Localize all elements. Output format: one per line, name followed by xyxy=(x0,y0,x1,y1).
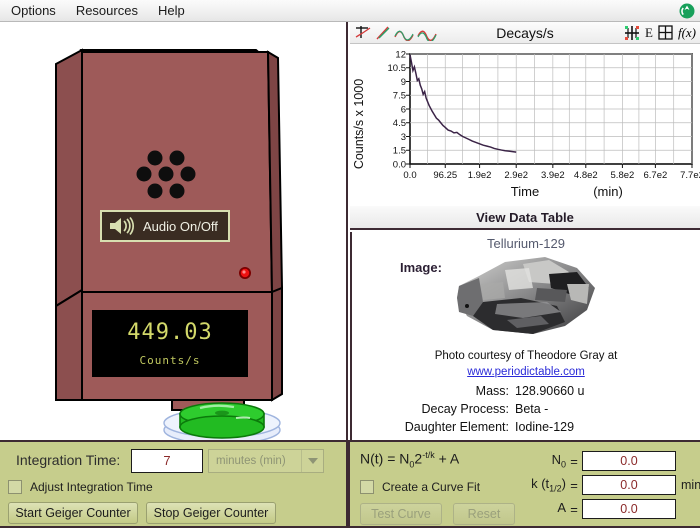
adjust-integration-time-row[interactable]: Adjust Integration Time xyxy=(8,480,153,494)
wave-fit-icon[interactable] xyxy=(417,25,437,41)
curve-fit-icon[interactable] xyxy=(394,25,414,41)
info-key-decay-process: Decay Process: xyxy=(421,402,509,416)
chart-panel: Decays/s E f(x) Counts/s x 1000 0.0 1.5 … xyxy=(350,22,700,206)
right-panel: Decays/s E f(x) Counts/s x 1000 0.0 1.5 … xyxy=(350,22,700,440)
function-fx-icon[interactable]: f(x) xyxy=(678,25,696,41)
stop-geiger-counter-button[interactable]: Stop Geiger Counter xyxy=(146,502,276,524)
menu-item-options[interactable]: Options xyxy=(2,1,65,21)
audio-on-off-button[interactable]: Audio On/Off xyxy=(100,210,230,242)
param-name-k: k (t1/2) xyxy=(531,476,566,494)
geiger-counter-panel: Audio On/Off 449.03 Counts/s xyxy=(0,22,348,440)
x-tick-label: 4.8e2 xyxy=(574,170,598,181)
integration-time-unit-value: minutes (min) xyxy=(216,455,286,467)
info-value-daughter-element: Iodine-129 xyxy=(515,420,575,434)
x-axis-unit: (min) xyxy=(593,184,623,199)
power-led-indicator xyxy=(239,267,251,279)
param-input-n0[interactable]: 0.0 xyxy=(582,451,676,471)
param-input-a[interactable]: 0.0 xyxy=(582,499,676,519)
param-equals-n0: = xyxy=(570,453,578,469)
image-label: Image: xyxy=(400,260,442,275)
info-value-decay-process: Beta - xyxy=(515,402,549,416)
adjust-integration-time-checkbox[interactable] xyxy=(8,480,22,494)
test-curve-button[interactable]: Test Curve xyxy=(360,503,442,525)
integration-time-label: Integration Time: xyxy=(16,452,121,468)
x-tick-label: 5.8e2 xyxy=(611,170,635,181)
grid-icon[interactable] xyxy=(658,25,673,40)
create-curve-fit-row[interactable]: Create a Curve Fit xyxy=(360,480,480,494)
info-key-mass: Mass: xyxy=(475,384,509,398)
param-row-k: k (t1/2) = 0.0 min xyxy=(508,475,700,495)
y-tick-label: 7.5 xyxy=(393,91,406,102)
y-tick-label: 4.5 xyxy=(393,118,406,129)
fit-tool-icon[interactable] xyxy=(354,25,372,41)
y-tick-label: 9 xyxy=(401,77,406,88)
integration-time-panel: Integration Time: 7 minutes (min) Adjust… xyxy=(0,440,348,528)
line-fit-icon[interactable] xyxy=(375,25,391,41)
chart-toolbar: Decays/s E f(x) xyxy=(350,22,700,44)
view-data-table-button[interactable]: View Data Table xyxy=(350,206,700,230)
integration-time-input[interactable]: 7 xyxy=(131,449,203,473)
x-tick-label: 7.7e2 xyxy=(680,170,700,181)
curve-fit-formula: N(t) = N02-t/k + A xyxy=(360,450,459,469)
info-key-daughter-element: Daughter Element: xyxy=(404,420,509,434)
counts-display: 449.03 Counts/s xyxy=(92,310,248,377)
param-equals-k: = xyxy=(570,477,578,493)
speaker-icon xyxy=(110,216,134,236)
counts-value: 449.03 xyxy=(127,320,213,345)
menu-item-resources[interactable]: Resources xyxy=(67,1,147,21)
info-value-mass: 128.90660 u xyxy=(515,384,585,398)
x-tick-label: 6.7e2 xyxy=(643,170,667,181)
curve-fit-panel: N(t) = N02-t/k + A Create a Curve Fit Te… xyxy=(348,440,700,528)
photo-credit-link[interactable]: www.periodictable.com xyxy=(352,366,700,378)
isotope-name: Tellurium-129 xyxy=(486,236,566,251)
y-tick-label: 12 xyxy=(395,49,406,60)
x-tick-label: 3.9e2 xyxy=(541,170,565,181)
param-row-a: A = 0.0 xyxy=(508,499,681,519)
y-tick-label: 3 xyxy=(401,132,406,143)
isotope-sample-photo xyxy=(457,257,595,334)
menu-bar: Options Resources Help xyxy=(0,0,700,22)
param-unit-k: min xyxy=(681,478,700,492)
create-curve-fit-checkbox[interactable] xyxy=(360,480,374,494)
x-tick-label: 96.25 xyxy=(433,170,457,181)
adjust-integration-time-label: Adjust Integration Time xyxy=(30,480,153,494)
chevron-down-icon xyxy=(301,450,323,472)
decay-plot: Counts/s x 1000 0.0 1.5 3 4.5 6 7.5 9 10.5 12 0.… xyxy=(352,49,700,199)
param-input-k[interactable]: 0.0 xyxy=(582,475,676,495)
start-geiger-counter-button[interactable]: Start Geiger Counter xyxy=(8,502,138,524)
reset-button[interactable]: Reset xyxy=(453,503,515,525)
isotope-info-panel: Tellurium-129 Image: Photo courtesy of T… xyxy=(350,232,700,440)
formula-sup: -t/k xyxy=(422,450,435,460)
integration-time-unit-select[interactable]: minutes (min) xyxy=(208,449,324,473)
x-tick-label: 0.0 xyxy=(403,170,416,181)
param-name-n0: N0 xyxy=(551,452,566,470)
y-tick-label: 0.0 xyxy=(393,159,406,170)
param-row-n0: N0 = 0.0 xyxy=(508,451,681,471)
plot-area[interactable]: Counts/s x 1000 0.0 1.5 3 4.5 6 7.5 9 10.5 12 0.… xyxy=(350,44,700,206)
y-tick-label: 6 xyxy=(401,104,406,115)
create-curve-fit-label: Create a Curve Fit xyxy=(382,480,481,494)
counts-unit-label: Counts/s xyxy=(139,354,201,367)
application-window: Options Resources Help Audio On/Off 449.… xyxy=(0,0,700,528)
photo-credit: Photo courtesy of Theodore Gray at xyxy=(434,350,618,362)
formula-prefix: N(t) = N xyxy=(360,450,410,467)
y-tick-label: 10.5 xyxy=(388,63,407,74)
audio-button-label: Audio On/Off xyxy=(143,218,218,234)
y-axis-label: Counts/s x 1000 xyxy=(352,79,366,169)
crosshair-icon[interactable] xyxy=(624,25,640,41)
param-equals-a: = xyxy=(570,501,578,517)
export-e-icon[interactable]: E xyxy=(645,25,653,41)
y-tick-label: 1.5 xyxy=(393,146,406,157)
x-tick-label: 2.9e2 xyxy=(504,170,528,181)
recycle-logo xyxy=(679,3,695,19)
x-axis-label: Time xyxy=(511,184,539,199)
menu-item-help[interactable]: Help xyxy=(149,1,194,21)
param-name-a: A xyxy=(557,500,566,516)
formula-suffix: + A xyxy=(434,450,460,467)
x-tick-label: 1.9e2 xyxy=(468,170,492,181)
